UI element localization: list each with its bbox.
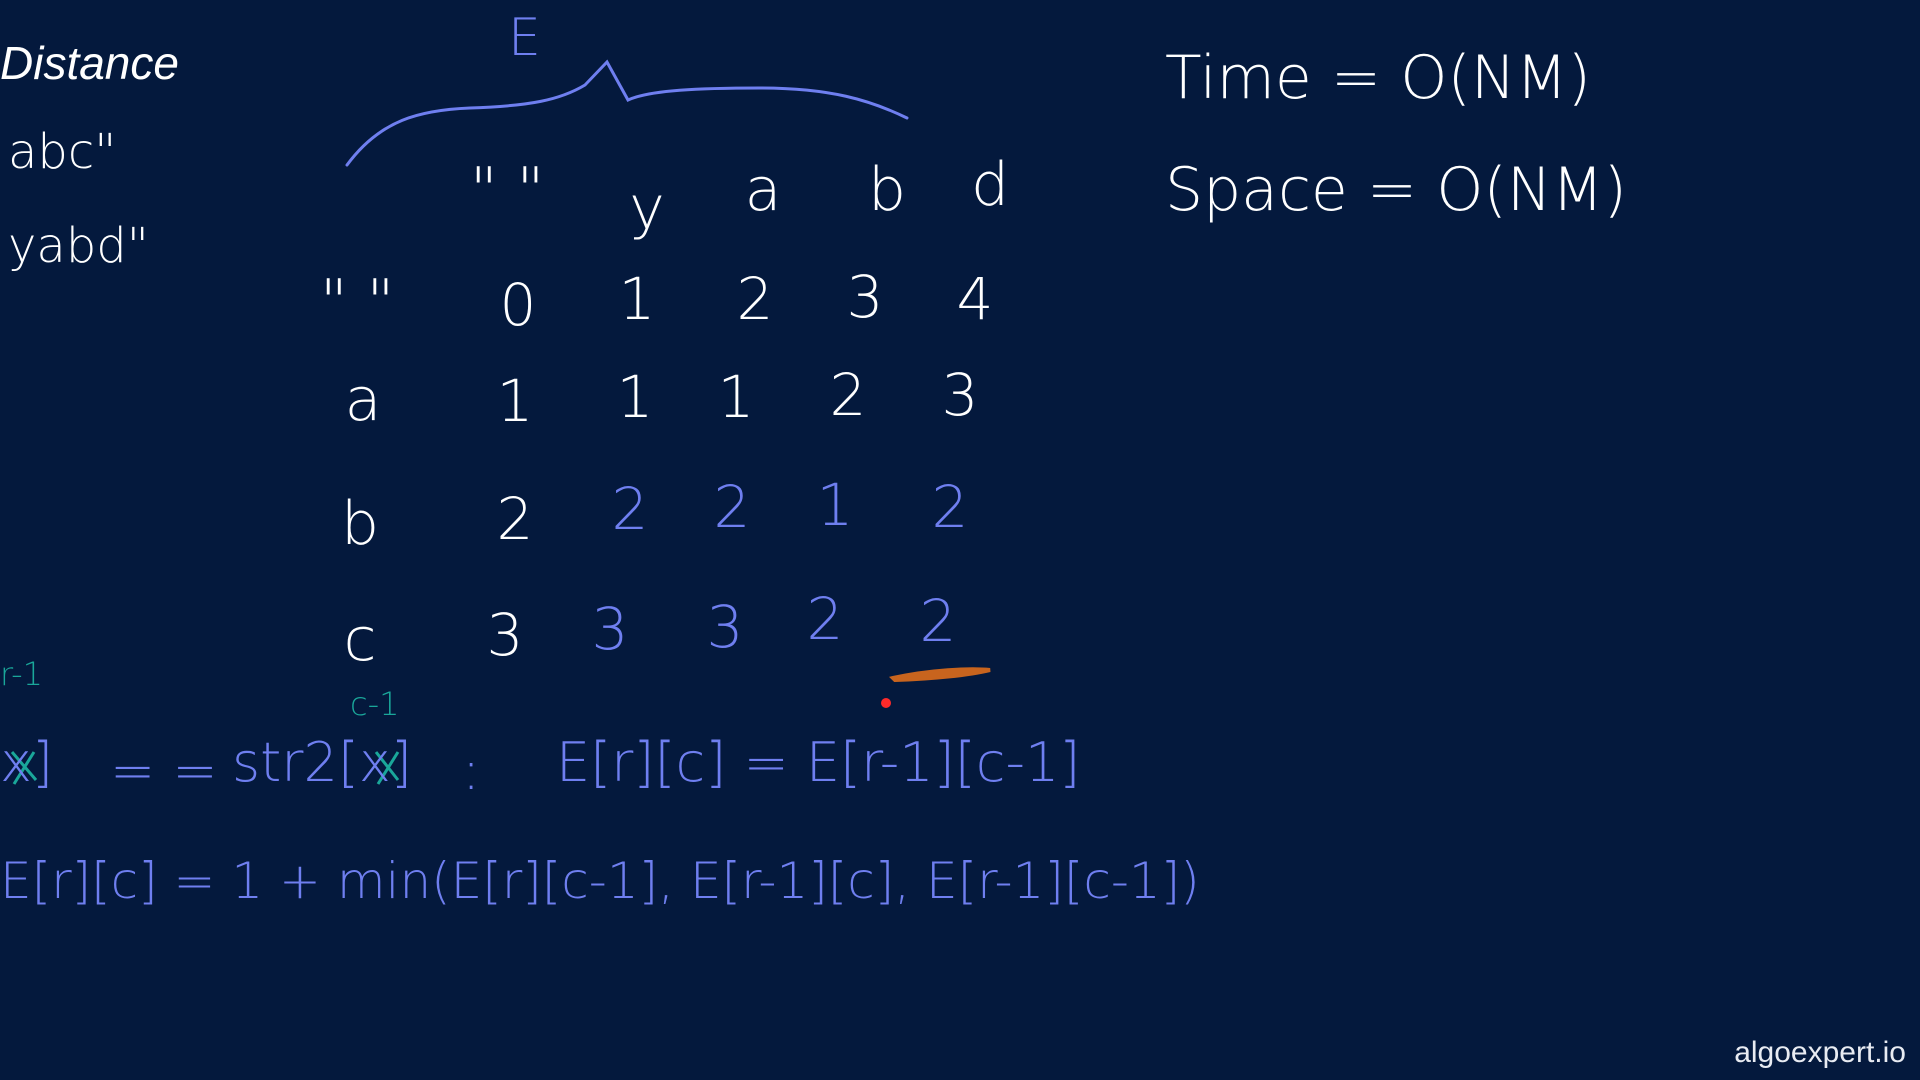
col-header-y: y (629, 173, 665, 243)
table-cell: 0 (499, 271, 537, 339)
brace-label: E (508, 8, 541, 68)
string-2: yabd" (8, 218, 149, 274)
brace-stroke (345, 59, 909, 167)
table-cell: 2 (806, 585, 844, 653)
annotation-c-minus-1: c-1 (350, 685, 400, 723)
row-header-b: b (340, 489, 380, 559)
table-cell: 3 (706, 593, 744, 661)
annotation-r-minus-1: r-1 (0, 655, 44, 693)
table-cell: 3 (941, 361, 979, 429)
whiteboard-canvas: Distance abc" yabd" E Time = O(NM) Space… (0, 0, 1920, 1080)
row-header-c: c (343, 605, 377, 675)
table-cell: 2 (829, 361, 867, 429)
table-cell: 1 (616, 363, 654, 431)
table-cell: 2 (713, 473, 751, 541)
condition-equals: = = (110, 739, 218, 802)
underline-stroke (888, 667, 991, 683)
table-cell: 2 (919, 587, 957, 655)
else-case-formula: E[r][c] = 1 + min(E[r][c-1], E[r-1][c], … (0, 852, 1200, 910)
table-cell: 1 (496, 367, 534, 435)
watermark: algoexpert.io (1734, 1036, 1906, 1069)
col-header-d: d (970, 150, 1010, 220)
table-cell: 2 (611, 475, 649, 543)
table-cell: 1 (618, 265, 656, 333)
col-header-b: b (867, 155, 907, 225)
string-1: abc" (8, 124, 117, 180)
page-title: Distance (0, 37, 179, 89)
table-cell: 2 (496, 485, 534, 553)
condition-str2: str2[x] (232, 731, 412, 794)
col-header-a: a (744, 155, 782, 225)
row-header-empty: " " (320, 267, 395, 337)
row-header-a: a (344, 365, 382, 435)
table-cell: 3 (591, 595, 629, 663)
col-header-empty: " " (470, 155, 545, 225)
table-cell: 1 (816, 471, 854, 539)
laser-pointer (881, 698, 891, 708)
space-complexity: Space = O(NM) (1165, 155, 1627, 225)
table-cell: 3 (486, 601, 524, 669)
table-cell: 4 (956, 265, 994, 333)
time-complexity: Time = O(NM) (1165, 43, 1591, 113)
condition-left: x] (0, 731, 54, 794)
table-cell: 3 (846, 263, 884, 331)
match-case-formula: E[r][c] = E[r-1][c-1] (556, 731, 1081, 794)
condition-colon: : (462, 739, 481, 802)
table-cell: 1 (717, 363, 755, 431)
table-cell: 2 (931, 473, 969, 541)
table-cell: 2 (736, 265, 774, 333)
